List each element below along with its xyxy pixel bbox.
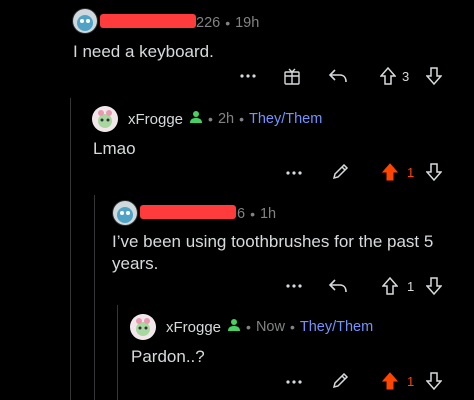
- comment-body: Lmao: [93, 139, 136, 158]
- comment-age: Now: [255, 319, 285, 335]
- score: 3: [402, 69, 410, 84]
- reply-icon[interactable]: [326, 64, 350, 88]
- comment-age: 19h: [235, 15, 260, 31]
- more-icon[interactable]: [282, 372, 306, 392]
- username[interactable]: xFrogge: [166, 319, 221, 336]
- downvote-icon[interactable]: [424, 370, 444, 392]
- comment-body-line: I’ve been using toothbrushes for the pas…: [112, 232, 434, 251]
- more-icon[interactable]: [236, 66, 260, 86]
- score: 1: [407, 165, 415, 180]
- score: 1: [407, 374, 415, 389]
- downvote-icon[interactable]: [424, 275, 444, 297]
- score: 1: [407, 279, 415, 294]
- separator-dot: •: [208, 111, 213, 127]
- separator-dot: •: [250, 206, 255, 222]
- comment-body: I need a keyboard.: [73, 42, 214, 61]
- person-icon: [227, 318, 241, 337]
- comment-age: 1h: [259, 206, 277, 222]
- downvote-icon[interactable]: [424, 161, 444, 183]
- separator-dot: •: [246, 319, 251, 335]
- separator-dot: •: [289, 319, 295, 335]
- more-icon[interactable]: [282, 163, 306, 183]
- avatar[interactable]: [92, 106, 118, 132]
- comment-body: Pardon..?: [131, 347, 205, 366]
- separator-dot: •: [239, 111, 244, 127]
- redacted-username: [100, 14, 196, 28]
- comment-body-line: years.: [112, 254, 159, 273]
- award-icon[interactable]: [280, 64, 304, 88]
- redacted-username: [140, 205, 236, 219]
- edit-icon[interactable]: [328, 369, 352, 393]
- upvote-icon[interactable]: [380, 275, 400, 297]
- username-suffix: 226: [196, 15, 221, 31]
- avatar[interactable]: [112, 200, 138, 226]
- downvote-icon[interactable]: [424, 65, 444, 87]
- username[interactable]: xFrogge: [128, 111, 183, 128]
- person-icon: [189, 110, 203, 129]
- upvote-icon[interactable]: [380, 161, 400, 183]
- upvote-icon[interactable]: [378, 65, 398, 87]
- more-icon[interactable]: [282, 276, 306, 296]
- thread-line[interactable]: [117, 305, 118, 400]
- username-suffix: 6: [237, 206, 246, 222]
- thread-line[interactable]: [70, 98, 71, 400]
- user-flair: They/Them: [248, 111, 323, 127]
- thread-line[interactable]: [94, 195, 95, 400]
- separator-dot: •: [225, 15, 231, 31]
- user-flair: They/Them: [299, 319, 374, 335]
- upvote-icon[interactable]: [380, 370, 400, 392]
- reply-icon[interactable]: [326, 274, 350, 298]
- avatar[interactable]: [130, 314, 156, 340]
- comment-age: 2h: [217, 111, 235, 127]
- edit-icon[interactable]: [328, 160, 352, 184]
- avatar[interactable]: [72, 8, 98, 34]
